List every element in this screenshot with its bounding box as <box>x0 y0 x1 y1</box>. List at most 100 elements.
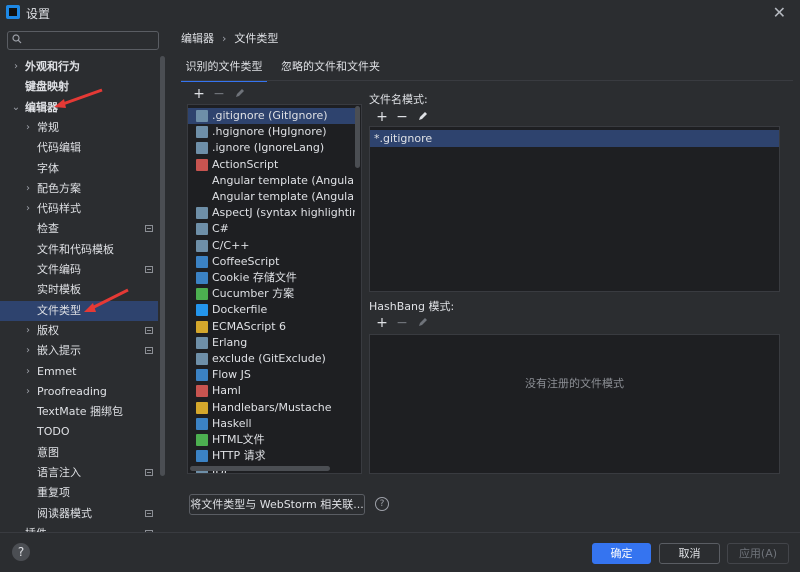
add-file-type-button[interactable]: + <box>192 87 206 101</box>
edit-pattern-button[interactable] <box>417 110 431 124</box>
file-type-row[interactable]: Cucumber 方案 <box>188 286 355 302</box>
edit-file-type-button[interactable] <box>234 87 248 101</box>
sidebar-item[interactable]: 插件 <box>0 524 158 532</box>
file-type-row[interactable]: HTML文件 <box>188 432 355 448</box>
sidebar-item[interactable]: 字体 <box>0 159 158 179</box>
sidebar-item[interactable]: 意图 <box>0 443 158 463</box>
chevron-down-icon[interactable]: ⌄ <box>11 98 21 118</box>
file-type-row[interactable]: ECMAScript 6 <box>188 319 355 335</box>
file-type-row[interactable]: Erlang <box>188 335 355 351</box>
search-box[interactable] <box>7 31 159 50</box>
sidebar-item[interactable]: › Emmet <box>0 362 158 382</box>
file-type-row[interactable]: exclude (GitExclude) <box>188 351 355 367</box>
file-type-row[interactable]: CoffeeScript <box>188 254 355 270</box>
ignore-file-icon <box>196 142 208 155</box>
sidebar-item[interactable]: › 嵌入提示 <box>0 341 158 361</box>
remove-file-type-button[interactable]: − <box>212 87 226 101</box>
sidebar-item[interactable]: 阅读器模式 <box>0 504 158 524</box>
file-type-row[interactable]: Cookie 存储文件 <box>188 270 355 286</box>
sidebar-item[interactable]: › 版权 <box>0 321 158 341</box>
file-type-row[interactable]: C# <box>188 221 355 237</box>
file-type-label: CoffeeScript <box>212 254 280 268</box>
file-name-patterns-label: 文件名模式: <box>369 93 428 106</box>
associate-file-types-button[interactable]: 将文件类型与 WebStorm 相关联... <box>189 494 365 515</box>
sidebar-item[interactable]: › 外观和行为 <box>0 57 158 77</box>
chevron-right-icon[interactable]: › <box>23 382 33 402</box>
project-scope-icon <box>145 509 153 517</box>
chevron-right-icon[interactable]: › <box>23 362 33 382</box>
chevron-right-icon[interactable]: › <box>11 57 21 77</box>
file-name-patterns-list[interactable]: *.gitignore <box>369 126 780 292</box>
sidebar-item[interactable]: 代码编辑 <box>0 138 158 158</box>
file-type-row[interactable]: HTTP 请求 <box>188 448 355 464</box>
breadcrumb-parent[interactable]: 编辑器 <box>181 32 214 45</box>
file-type-label: Cucumber 方案 <box>212 287 295 301</box>
tab-ignored-files-and-folders[interactable]: 忽略的文件和文件夹 <box>281 58 380 80</box>
file-type-row[interactable]: Dockerfile <box>188 302 355 318</box>
file-type-list-vscrollbar[interactable] <box>355 106 360 168</box>
sidebar-item[interactable]: 重复项 <box>0 483 158 503</box>
sidebar-item-label: 常规 <box>37 120 59 134</box>
file-type-label: Haml <box>212 384 241 398</box>
file-type-label: Handlebars/Mustache <box>212 400 332 414</box>
apply-button[interactable]: 应用(A) <box>727 543 789 564</box>
edit-hashbang-button[interactable] <box>417 316 431 330</box>
file-type-label: Angular template (Angular2Svg) <box>212 190 355 203</box>
file-type-row[interactable]: Angular template (Angular2Svg) <box>188 189 355 205</box>
chevron-right-icon[interactable]: › <box>23 341 33 361</box>
sidebar-item[interactable]: › Proofreading <box>0 382 158 402</box>
sidebar-item[interactable]: 文件类型 <box>0 300 158 321</box>
sidebar-item[interactable]: 语言注入 <box>0 463 158 483</box>
sidebar-item-label: 外观和行为 <box>25 60 80 73</box>
remove-pattern-button[interactable]: − <box>395 110 409 124</box>
sidebar-item[interactable]: ⌄ 编辑器 <box>0 98 158 118</box>
file-type-row[interactable]: Flow JS <box>188 367 355 383</box>
file-type-row[interactable]: C/C++ <box>188 238 355 254</box>
sidebar-item[interactable]: › 代码样式 <box>0 199 158 219</box>
close-icon[interactable]: ✕ <box>773 3 786 22</box>
sidebar-scrollbar[interactable] <box>160 56 165 476</box>
file-type-row[interactable]: Haskell <box>188 416 355 432</box>
file-type-row[interactable]: Handlebars/Mustache <box>188 400 355 416</box>
sidebar-item[interactable]: 实时模板 <box>0 280 158 300</box>
sidebar-item[interactable]: 键盘映射 <box>0 77 158 97</box>
file-type-list[interactable]: .gitignore (GitIgnore) .hgignore (HgIgnor… <box>187 104 362 474</box>
chevron-right-icon[interactable]: › <box>23 179 33 199</box>
sidebar-item[interactable]: › 常规 <box>0 118 158 138</box>
file-type-list-hscrollbar[interactable] <box>190 466 330 471</box>
breadcrumb-separator: › <box>222 32 227 45</box>
file-type-row[interactable]: .hgignore (HgIgnore) <box>188 124 355 140</box>
add-hashbang-button[interactable]: + <box>375 316 389 330</box>
sidebar-item[interactable]: › 配色方案 <box>0 179 158 199</box>
sidebar-item-label: 插件 <box>25 524 47 532</box>
sidebar-item[interactable]: TODO <box>0 422 158 442</box>
file-type-row[interactable]: .gitignore (GitIgnore) <box>188 108 355 124</box>
remove-hashbang-button[interactable]: − <box>395 316 409 330</box>
cookie-icon <box>196 272 208 284</box>
cancel-button[interactable]: 取消 <box>659 543 720 564</box>
chevron-right-icon[interactable]: › <box>23 118 33 138</box>
tab-recognized-file-types[interactable]: 识别的文件类型 <box>181 58 267 82</box>
file-type-label: Haskell <box>212 416 252 430</box>
help-button[interactable]: ? <box>12 543 30 561</box>
sidebar-item[interactable]: 文件编码 <box>0 260 158 280</box>
chevron-right-icon[interactable]: › <box>23 199 33 219</box>
pattern-item[interactable]: *.gitignore <box>370 130 779 147</box>
ok-button[interactable]: 确定 <box>592 543 651 564</box>
pencil-icon <box>419 112 427 120</box>
sidebar-item[interactable]: TextMate 捆绑包 <box>0 402 158 422</box>
sidebar-item[interactable]: 检查 <box>0 219 158 239</box>
search-input[interactable] <box>28 33 158 49</box>
hashbang-patterns-list[interactable]: 没有注册的文件模式 <box>369 334 780 474</box>
file-type-row[interactable]: AspectJ (syntax highlighting only) <box>188 205 355 221</box>
sidebar-item-label: 意图 <box>37 445 59 459</box>
file-type-row[interactable]: Angular template (Angular2Html) <box>188 173 355 189</box>
chevron-right-icon[interactable]: › <box>23 321 33 341</box>
help-icon[interactable]: ? <box>375 497 389 511</box>
http-icon <box>196 450 208 463</box>
file-type-row[interactable]: .ignore (IgnoreLang) <box>188 140 355 156</box>
sidebar-item[interactable]: 文件和代码模板 <box>0 240 158 260</box>
add-pattern-button[interactable]: + <box>375 110 389 124</box>
file-type-row[interactable]: Haml <box>188 383 355 399</box>
file-type-row[interactable]: ActionScript <box>188 157 355 173</box>
